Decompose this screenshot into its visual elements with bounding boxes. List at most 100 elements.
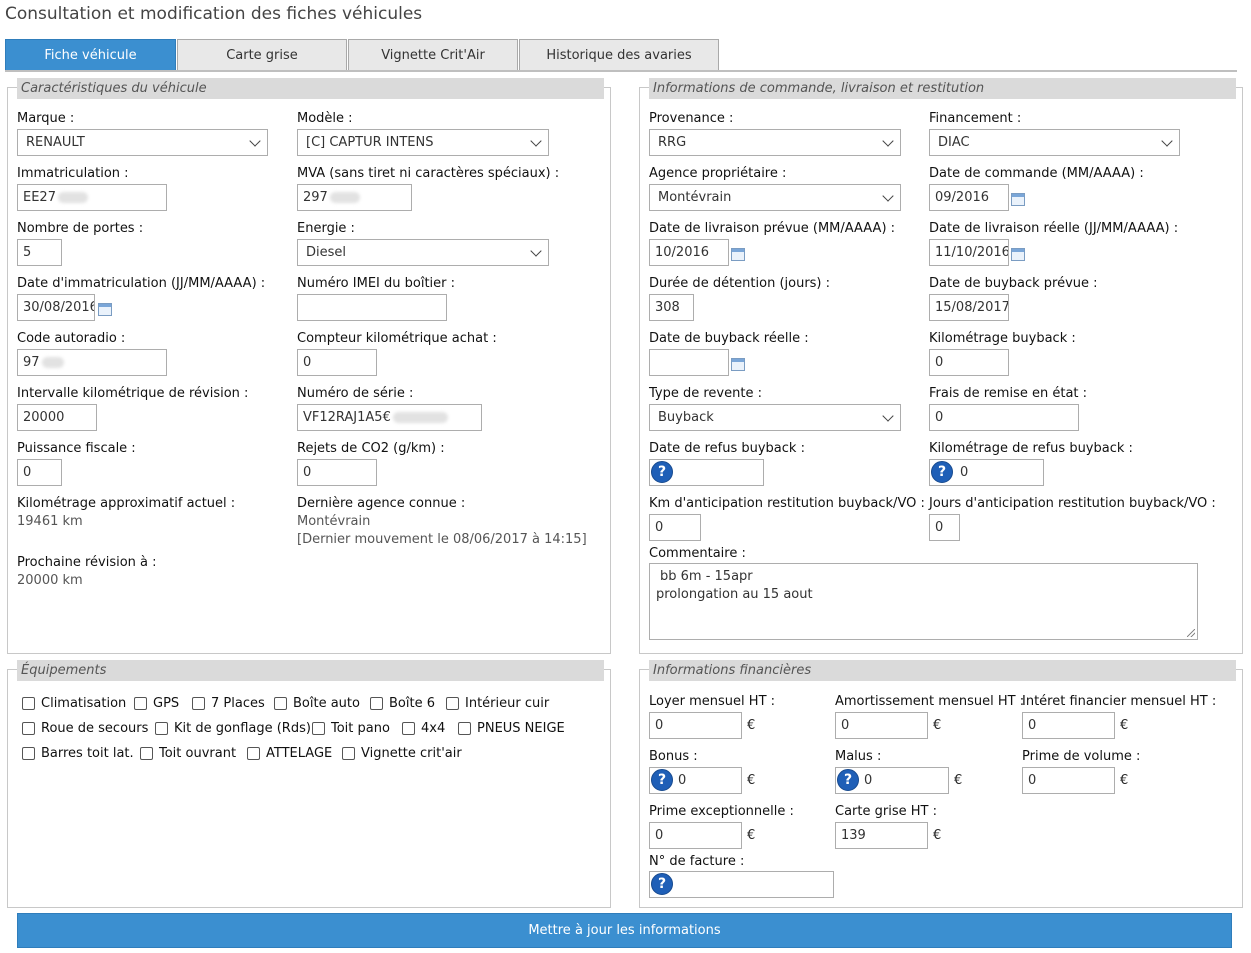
- chevron-down-icon: [530, 134, 542, 147]
- date-commande-input[interactable]: 09/2016: [929, 184, 1009, 211]
- buyback-prevue-input[interactable]: 15/08/2017: [929, 294, 1009, 321]
- km-buyback-input[interactable]: 0: [929, 349, 1009, 376]
- checkbox-toit-pano[interactable]: [312, 722, 325, 735]
- date-immat-input[interactable]: 30/08/2016: [17, 294, 95, 321]
- frais-input[interactable]: 0: [929, 404, 1079, 431]
- intervalle-input[interactable]: 20000: [17, 404, 97, 431]
- revente-label: Type de revente :: [649, 386, 762, 401]
- help-icon[interactable]: ?: [837, 769, 859, 791]
- livraison-reelle-label: Date de livraison réelle (JJ/MM/AAAA) :: [929, 221, 1179, 236]
- revision-value: 20000 km: [17, 573, 83, 588]
- loyer-label: Loyer mensuel HT :: [649, 694, 776, 709]
- redacted-blur: [392, 412, 448, 423]
- refus-km-label: Kilométrage de refus buyback :: [929, 441, 1133, 456]
- calendar-icon[interactable]: [731, 358, 745, 371]
- chevron-down-icon: [882, 134, 894, 147]
- calendar-icon[interactable]: [1011, 248, 1025, 261]
- checkbox-boite-6[interactable]: [370, 697, 383, 710]
- immat-label: Immatriculation :: [17, 166, 129, 181]
- agence-proprietaire-value: Montévrain: [658, 190, 732, 205]
- tab-vignette-critair[interactable]: Vignette Crit'Air: [348, 39, 518, 71]
- provenance-select[interactable]: RRG: [649, 129, 901, 156]
- checkbox-climatisation[interactable]: [22, 697, 35, 710]
- help-icon[interactable]: ?: [651, 461, 673, 483]
- imei-input[interactable]: [297, 294, 447, 321]
- serie-label: Numéro de série :: [297, 386, 414, 401]
- currency-euro: €: [933, 828, 942, 843]
- autoradio-input[interactable]: 97: [17, 349, 167, 376]
- jours-anticip-input[interactable]: 0: [929, 514, 960, 541]
- buyback-reelle-input[interactable]: [649, 349, 729, 376]
- checkbox-4x4[interactable]: [402, 722, 415, 735]
- tab-historique-avaries[interactable]: Historique des avaries: [519, 39, 719, 71]
- portes-label: Nombre de portes :: [17, 221, 144, 236]
- buyback-prevue-label: Date de buyback prévue :: [929, 276, 1098, 291]
- help-icon[interactable]: ?: [651, 769, 673, 791]
- livraison-prevue-input[interactable]: 10/2016: [649, 239, 729, 266]
- loyer-input[interactable]: 0: [649, 712, 742, 739]
- checkbox-attelage[interactable]: [247, 747, 260, 760]
- financement-select[interactable]: DIAC: [929, 129, 1180, 156]
- km-anticip-label: Km d'anticipation restitution buyback/VO…: [649, 496, 925, 511]
- provenance-value: RRG: [658, 135, 687, 150]
- update-button[interactable]: Mettre à jour les informations: [17, 913, 1232, 948]
- km-buyback-label: Kilométrage buyback :: [929, 331, 1076, 346]
- calendar-icon[interactable]: [98, 303, 112, 316]
- facture-input[interactable]: [649, 871, 834, 898]
- checkbox-kit-gonflage[interactable]: [155, 722, 168, 735]
- carte-grise-input[interactable]: 139: [835, 822, 928, 849]
- modele-label: Modèle :: [297, 111, 353, 126]
- resize-grip-icon[interactable]: [1187, 629, 1195, 637]
- mva-input[interactable]: 297: [297, 184, 412, 211]
- modele-select[interactable]: [C] CAPTUR INTENS: [297, 129, 549, 156]
- commentaire-textarea[interactable]: bb 6m - 15apr prolongation au 15 aout: [649, 563, 1198, 640]
- calendar-icon[interactable]: [1011, 193, 1025, 206]
- mva-value: 297: [303, 190, 328, 205]
- tab-fiche-vehicule[interactable]: Fiche véhicule: [5, 39, 176, 71]
- checkbox-interieur-cuir[interactable]: [446, 697, 459, 710]
- mva-label: MVA (sans tiret ni caractères spéciaux) …: [297, 166, 560, 181]
- amort-input[interactable]: 0: [835, 712, 928, 739]
- km-actuel-value: 19461 km: [17, 514, 83, 529]
- km-achat-input[interactable]: 0: [297, 349, 377, 376]
- calendar-icon[interactable]: [731, 248, 745, 261]
- serie-value: VF12RAJ1A5€: [303, 410, 391, 425]
- serie-input[interactable]: VF12RAJ1A5€: [297, 404, 482, 431]
- checkbox-toit-ouvrant[interactable]: [140, 747, 153, 760]
- label-attelage: ATTELAGE: [266, 746, 333, 761]
- autoradio-label: Code autoradio :: [17, 331, 126, 346]
- km-actuel-label: Kilométrage approximatif actuel :: [17, 496, 236, 511]
- duree-input[interactable]: 308: [649, 294, 694, 321]
- revente-select[interactable]: Buyback: [649, 404, 901, 431]
- interet-input[interactable]: 0: [1022, 712, 1115, 739]
- checkbox-gps[interactable]: [134, 697, 147, 710]
- immat-input[interactable]: EE27: [17, 184, 167, 211]
- checkbox-vignette-critair[interactable]: [342, 747, 355, 760]
- puissance-label: Puissance fiscale :: [17, 441, 136, 456]
- prime-volume-input[interactable]: 0: [1022, 767, 1115, 794]
- checkbox-pneus-neige[interactable]: [458, 722, 471, 735]
- help-icon[interactable]: ?: [651, 873, 673, 895]
- checkbox-barres-toit[interactable]: [22, 747, 35, 760]
- portes-input[interactable]: 5: [17, 239, 62, 266]
- label-barres-toit: Barres toit lat.: [41, 746, 134, 761]
- frais-label: Frais de remise en état :: [929, 386, 1088, 401]
- agence-proprietaire-select[interactable]: Montévrain: [649, 184, 901, 211]
- checkbox-roue-de-secours[interactable]: [22, 722, 35, 735]
- km-anticip-input[interactable]: 0: [649, 514, 701, 541]
- commentaire-line-2: prolongation au 15 aout: [656, 587, 813, 602]
- co2-input[interactable]: 0: [297, 459, 377, 486]
- autoradio-value: 97: [23, 355, 40, 370]
- checkbox-7-places[interactable]: [192, 697, 205, 710]
- checkbox-boite-auto[interactable]: [274, 697, 287, 710]
- prime-exc-input[interactable]: 0: [649, 822, 742, 849]
- label-toit-pano: Toit pano: [331, 721, 390, 736]
- help-icon[interactable]: ?: [931, 461, 953, 483]
- dernier-mouvement: [Dernier mouvement le 08/06/2017 à 14:15…: [297, 532, 587, 547]
- tab-carte-grise[interactable]: Carte grise: [177, 39, 347, 71]
- marque-select[interactable]: RENAULT: [17, 129, 268, 156]
- modele-value: [C] CAPTUR INTENS: [306, 135, 434, 150]
- livraison-reelle-input[interactable]: 11/10/2016: [929, 239, 1009, 266]
- energie-select[interactable]: Diesel: [297, 239, 549, 266]
- puissance-input[interactable]: 0: [17, 459, 62, 486]
